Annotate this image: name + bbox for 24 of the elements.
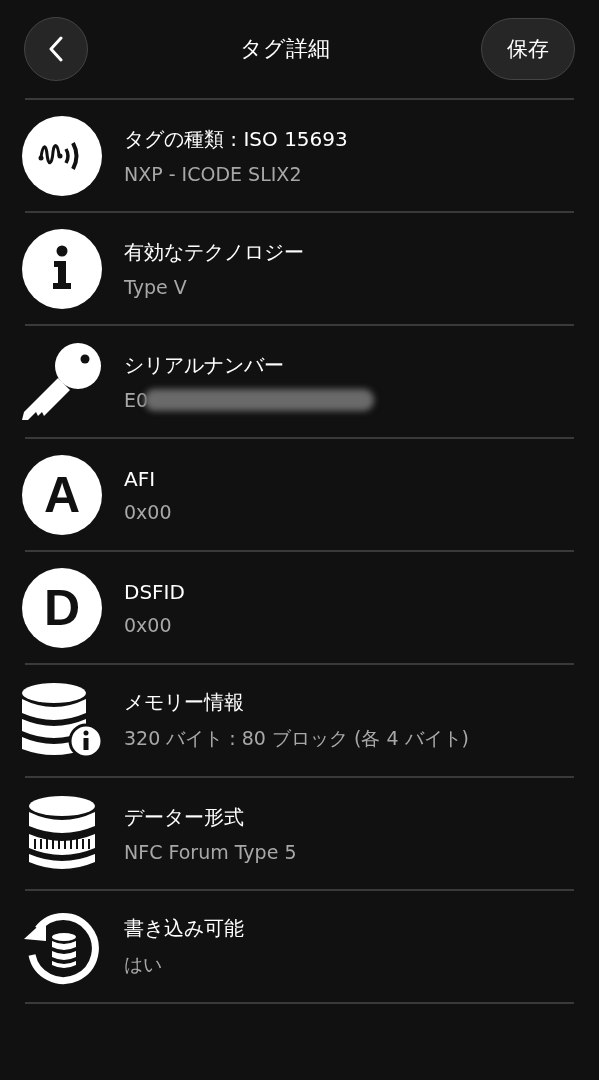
detail-value: 320 バイト : 80 ブロック (各 4 バイト) (124, 726, 470, 751)
letter-badge-icon: A (22, 454, 102, 535)
letter-badge-icon: D (22, 567, 102, 648)
detail-label: DSFID (124, 579, 185, 604)
detail-value: はい (124, 952, 162, 977)
detail-label: メモリー情報 (124, 689, 245, 716)
detail-value: E0 (124, 389, 149, 411)
key-icon (22, 341, 102, 422)
detail-value: NFC Forum Type 5 (124, 841, 297, 863)
nfc-wave-icon (22, 115, 102, 196)
detail-value: NXP - ICODE SLIX2 (124, 163, 302, 185)
detail-value: 0x00 (124, 613, 172, 636)
chevron-left-icon (48, 36, 64, 62)
detail-value: Type V (124, 276, 187, 298)
detail-label: 有効なテクノロジー (124, 239, 304, 266)
detail-label: データー形式 (124, 804, 245, 831)
info-icon (22, 228, 102, 309)
detail-label: AFI (124, 466, 157, 491)
detail-value: 0x00 (124, 500, 172, 523)
page-title: タグ詳細 (239, 35, 330, 63)
detail-label: タグの種類 : ISO 15693 (124, 126, 348, 153)
detail-label: シリアルナンバー (124, 352, 285, 379)
detail-label: 書き込み可能 (124, 915, 244, 942)
save-button[interactable]: 保存 (481, 18, 575, 80)
